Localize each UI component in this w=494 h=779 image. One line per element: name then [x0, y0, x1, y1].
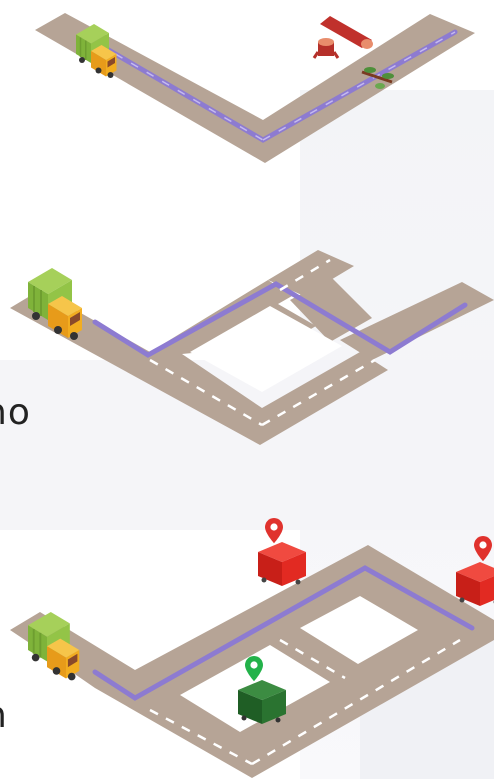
red-dumpster-icon	[258, 542, 306, 586]
left-edge-text: n	[0, 695, 8, 736]
garbage-truck-icon	[27, 267, 83, 341]
map-pin-icon	[474, 536, 492, 562]
left-edge-text: no	[0, 392, 31, 433]
scene-blocked-route	[35, 13, 475, 163]
garbage-truck-icon	[27, 611, 81, 682]
scene-collection-route	[10, 518, 494, 778]
red-dumpster-icon	[456, 562, 494, 606]
scene-loop-route	[10, 250, 494, 445]
tree-stump-icon	[312, 38, 340, 59]
map-pin-icon	[265, 518, 283, 544]
route-illustrations	[10, 13, 494, 778]
garbage-truck-icon	[75, 23, 118, 79]
